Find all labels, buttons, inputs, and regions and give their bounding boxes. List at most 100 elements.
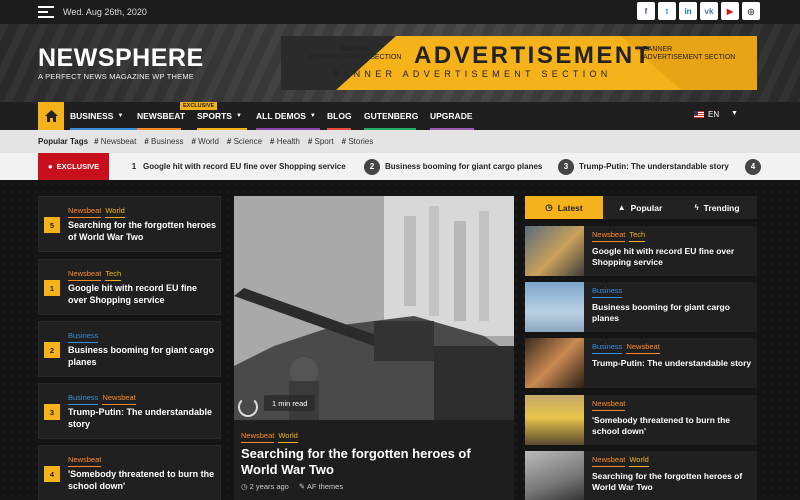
tab-popular[interactable]: ▲ Popular — [603, 196, 677, 219]
category-link[interactable]: Business — [68, 393, 99, 405]
list-item-title[interactable]: Google hit with record EU fine over Shop… — [68, 283, 218, 306]
exclusive-badge: EXCLUSIVE — [180, 102, 218, 110]
category-link[interactable]: Newsbeat — [592, 230, 626, 242]
post-thumbnail[interactable] — [525, 338, 584, 388]
popular-tag[interactable]: # Health — [270, 137, 300, 146]
hash-icon: # — [270, 137, 277, 146]
category-link[interactable]: Newsbeat — [68, 455, 102, 467]
list-item[interactable]: 5 Newsbeat World Searching for the forgotte… — [38, 196, 221, 252]
ticker-item[interactable]: 4 — [745, 153, 766, 180]
ticker-item[interactable]: 2 Business booming for giant cargo planes — [364, 153, 542, 180]
category-link[interactable]: Tech — [105, 269, 122, 281]
latest-post-item[interactable]: Newsbeat Tech Google hit with record EU fi… — [525, 226, 757, 276]
facebook-icon[interactable]: f — [637, 2, 655, 20]
hash-icon: # — [94, 137, 101, 146]
nav-item-all-demos[interactable]: ALL DEMOS ▼ — [256, 102, 320, 130]
category-link[interactable]: Business — [592, 342, 623, 354]
reading-progress-icon — [238, 397, 258, 417]
language-label: EN — [708, 110, 720, 119]
category-link[interactable]: Newsbeat — [241, 431, 275, 443]
post-title[interactable]: Business booming for giant cargo planes — [592, 302, 752, 324]
category-link[interactable]: Business — [68, 331, 99, 343]
chevron-down-icon: ▼ — [117, 113, 124, 119]
list-item-title[interactable]: 'Somebody threatened to burn the school … — [68, 469, 218, 492]
youtube-icon[interactable]: ▶ — [721, 2, 739, 20]
tab-trending[interactable]: ϟ Trending — [677, 196, 757, 219]
ticker-item[interactable]: 3 Trump-Putin: The understandable story — [558, 153, 729, 180]
nav-item-newsbeat[interactable]: NEWSBEAT — [137, 102, 185, 130]
list-item[interactable]: 4 Newsbeat 'Somebody threatened to burn th… — [38, 445, 221, 500]
post-categories: Business — [68, 331, 99, 343]
post-thumbnail[interactable] — [525, 282, 584, 332]
featured-post-image[interactable] — [234, 196, 514, 420]
list-item[interactable]: 3 Business Newsbeat Trump-Putin: The unders… — [38, 383, 221, 439]
fire-icon: ● — [47, 162, 53, 171]
category-link[interactable]: Newsbeat — [68, 206, 102, 218]
category-link[interactable]: World — [105, 206, 125, 218]
list-item[interactable]: 1 Newsbeat Tech Google hit with record EU f… — [38, 259, 221, 315]
advertisement-banner[interactable]: BANNER ADVERTISEMENT SECTION ADVERTISEME… — [281, 36, 757, 90]
popular-tags-bar: Popular Tags # Newsbeat # Business # World… — [0, 130, 800, 153]
latest-post-item[interactable]: Business Business booming for giant cargo… — [525, 282, 757, 332]
post-thumbnail[interactable] — [525, 451, 584, 500]
ticker-number: 4 — [745, 158, 761, 175]
popular-tag[interactable]: # World — [191, 137, 218, 146]
list-item-title[interactable]: Searching for the forgotten heroes of Wo… — [68, 220, 218, 243]
category-link[interactable]: Newsbeat — [592, 399, 626, 411]
featured-title[interactable]: Searching for the forgotten heroes of Wo… — [241, 446, 501, 478]
nav-item-business[interactable]: BUSINESS ▼ — [70, 102, 138, 130]
post-title[interactable]: Searching for the forgotten heroes of Wo… — [592, 471, 752, 493]
latest-post-item[interactable]: Newsbeat World Searching for the forgotten… — [525, 451, 757, 500]
category-link[interactable]: Newsbeat — [102, 393, 136, 405]
nav-item-gutenberg[interactable]: GUTENBERG — [364, 102, 418, 130]
nav-item-upgrade[interactable]: UPGRADE — [430, 102, 474, 130]
category-link[interactable]: Newsbeat — [592, 455, 626, 467]
category-link[interactable]: Business — [592, 286, 623, 298]
bolt-icon: ϟ — [694, 203, 699, 212]
ad-small-left: BANNER ADVERTISEMENT SECTION — [309, 46, 402, 61]
language-selector[interactable]: EN — [694, 110, 719, 119]
ticker-item[interactable]: 1 Google hit with record EU fine over Sho… — [129, 153, 346, 180]
ticker-text: Trump-Putin: The understandable story — [579, 162, 729, 171]
popular-tag[interactable]: # Stories — [342, 137, 374, 146]
post-author[interactable]: ✎ AF themes — [299, 482, 343, 491]
popular-tag[interactable]: # Newsbeat — [94, 137, 136, 146]
category-link[interactable]: World — [278, 431, 298, 443]
post-thumbnail[interactable] — [525, 226, 584, 276]
list-item-number: 2 — [44, 342, 60, 358]
home-button[interactable] — [38, 102, 64, 130]
post-time: ◷ 2 years ago — [241, 482, 289, 491]
site-title[interactable]: NEWSPHERE — [38, 44, 204, 73]
instagram-icon[interactable]: ◎ — [742, 2, 760, 20]
category-link[interactable]: Newsbeat — [68, 269, 102, 281]
hash-icon: # — [341, 137, 349, 146]
nav-item-label: ALL DEMOS — [256, 111, 306, 121]
category-link[interactable]: World — [629, 455, 649, 467]
post-categories: Business Newsbeat — [68, 393, 136, 405]
twitter-icon[interactable]: t — [658, 2, 676, 20]
list-item-title[interactable]: Business booming for giant cargo planes — [68, 345, 218, 368]
vk-icon[interactable]: vk — [700, 2, 718, 20]
linkedin-icon[interactable]: in — [679, 2, 697, 20]
ticker-number: 3 — [558, 158, 574, 175]
category-link[interactable]: Tech — [629, 230, 646, 242]
list-item-title[interactable]: Trump-Putin: The understandable story — [68, 407, 218, 430]
post-categories: Newsbeat World — [592, 455, 649, 467]
category-link[interactable]: Newsbeat — [626, 342, 660, 354]
popular-tag[interactable]: # Business — [144, 137, 183, 146]
tab-latest[interactable]: ◷ Latest — [525, 196, 603, 219]
post-title[interactable]: Trump-Putin: The understandable story — [592, 358, 752, 369]
popular-tag[interactable]: # Science — [227, 137, 262, 146]
list-item-number: 3 — [44, 404, 60, 420]
post-title[interactable]: Google hit with record EU fine over Shop… — [592, 246, 752, 268]
ad-main-text: ADVERTISEMENT — [414, 42, 652, 69]
list-item[interactable]: 2 Business Business booming for giant carg… — [38, 321, 221, 377]
chevron-down-icon[interactable]: ▼ — [731, 110, 738, 117]
hamburger-menu-icon[interactable] — [38, 6, 54, 18]
latest-post-item[interactable]: Business Newsbeat Trump-Putin: The underst… — [525, 338, 757, 388]
post-thumbnail[interactable] — [525, 395, 584, 445]
popular-tag[interactable]: # Sport — [308, 137, 334, 146]
latest-post-item[interactable]: Newsbeat 'Somebody threatened to burn the… — [525, 395, 757, 445]
post-title[interactable]: 'Somebody threatened to burn the school … — [592, 415, 752, 437]
nav-item-blog[interactable]: BLOG — [327, 102, 352, 130]
